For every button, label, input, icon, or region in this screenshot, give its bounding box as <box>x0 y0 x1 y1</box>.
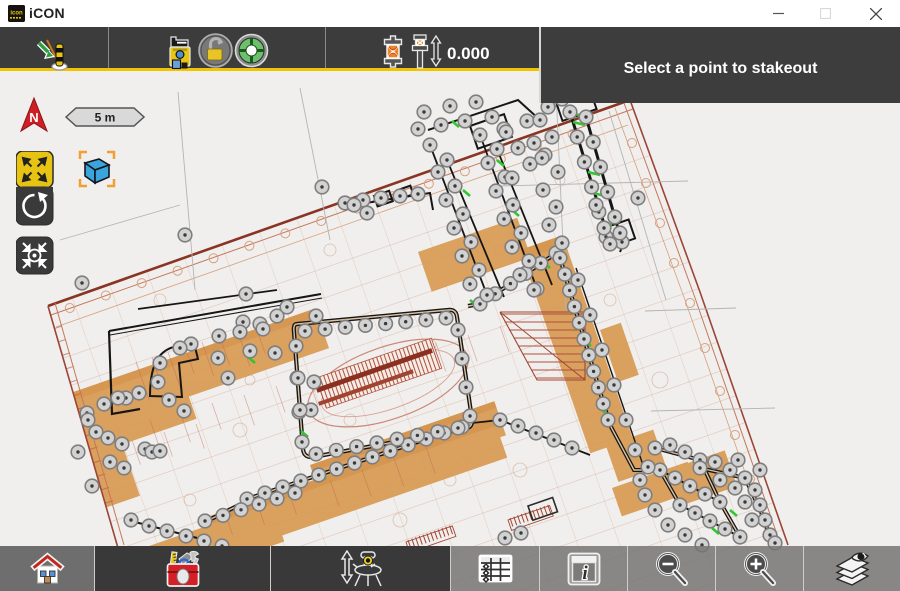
svg-text:N: N <box>29 110 38 125</box>
svg-text:5 m: 5 m <box>95 111 116 125</box>
svg-text:icon: icon <box>10 11 23 17</box>
svg-text:i: i <box>582 563 588 584</box>
